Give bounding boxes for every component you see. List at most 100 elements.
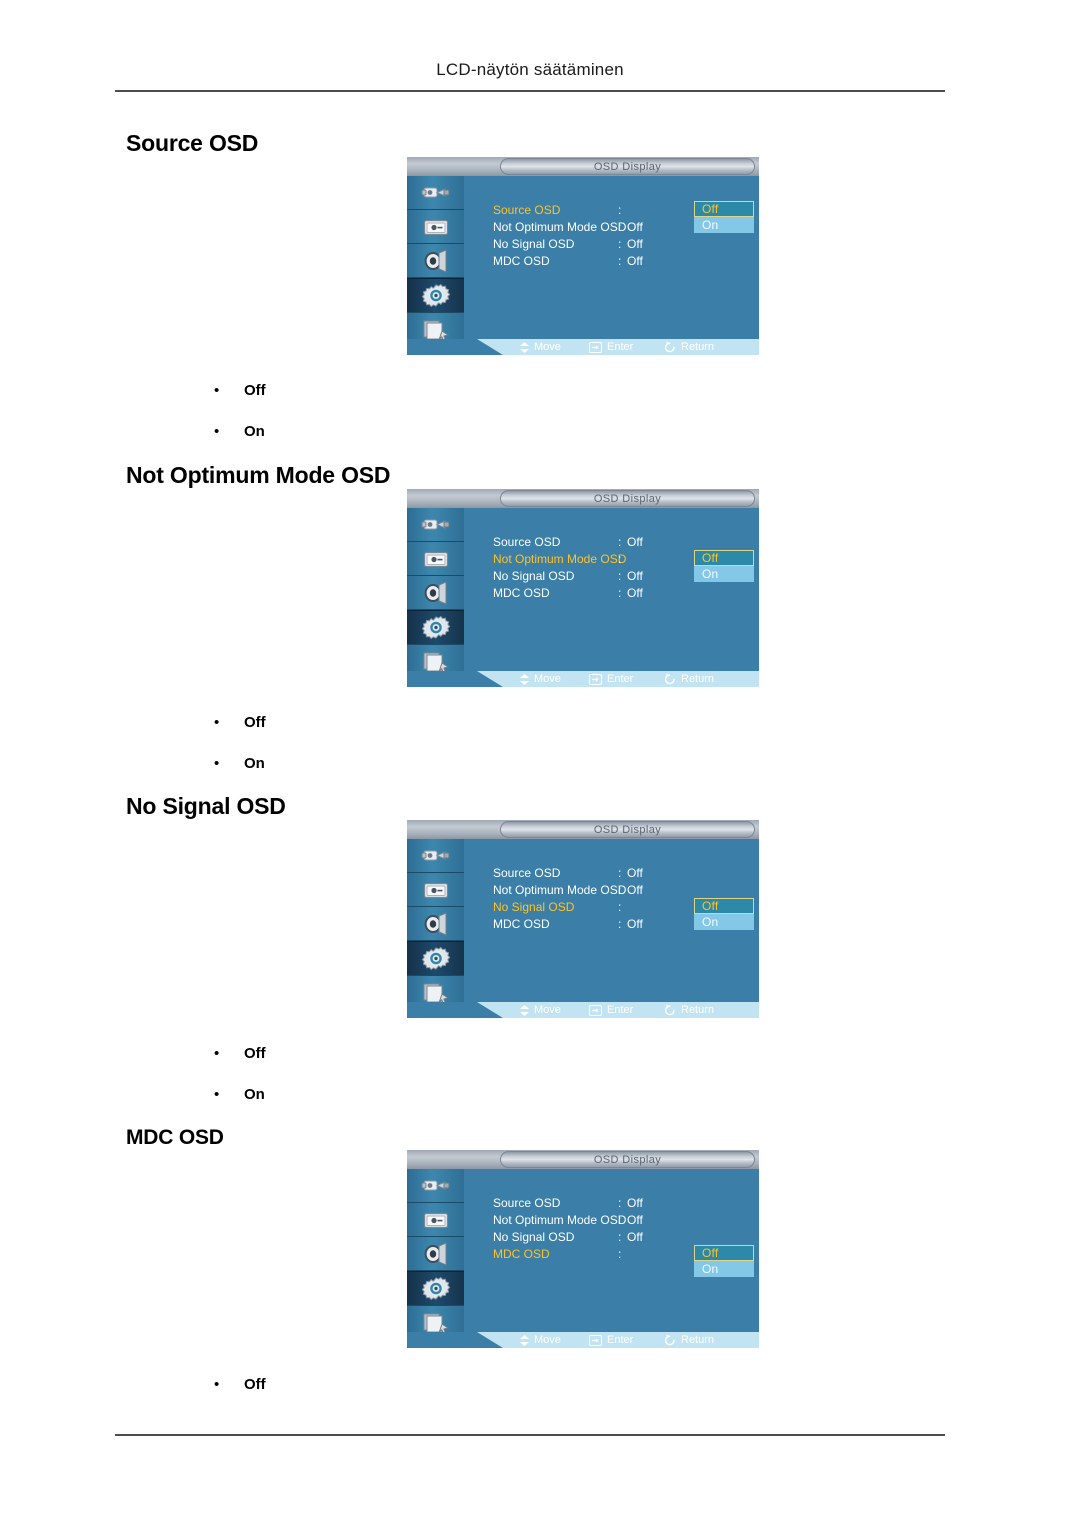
rail-item-setup-gear[interactable] — [407, 278, 464, 313]
osd-row-value: Off — [627, 1196, 643, 1210]
osd-row-colon: : — [618, 1230, 622, 1244]
osd-row-colon: : — [618, 900, 622, 914]
multi-control-icon — [421, 1311, 451, 1335]
list-item: • On — [214, 755, 265, 772]
rail-item-input-source[interactable] — [407, 508, 464, 542]
osd-menu-source-osd[interactable]: OSD Display Source OSD: Not Optimum Mod… — [407, 157, 759, 355]
osd-row-label: MDC OSD — [493, 1247, 550, 1261]
rail-item-sound-speaker[interactable] — [407, 907, 464, 941]
bullet-icon: • — [214, 423, 220, 440]
osd-row-not-optimum-mode-osd[interactable]: Not Optimum Mode OSD: — [493, 551, 627, 567]
dropdown-option-off[interactable]: Off — [694, 550, 754, 566]
rail-item-picture[interactable] — [407, 210, 464, 244]
rail-item-picture[interactable] — [407, 542, 464, 576]
osd-titlebar: OSD Display — [407, 489, 759, 508]
osd-row-source-osd[interactable]: Source OSD: Off — [493, 534, 643, 550]
setup-gear-icon — [421, 615, 451, 641]
hint-return: Return — [664, 1334, 714, 1346]
osd-row-label: No Signal OSD — [493, 569, 575, 583]
osd-title-pill: OSD Display — [500, 490, 755, 507]
hint-label: Return — [681, 673, 715, 685]
move-diamond-icon — [520, 673, 529, 685]
osd-row-label: Source OSD — [493, 866, 561, 880]
hint-label: Move — [534, 673, 561, 685]
osd-row-colon: : — [618, 203, 622, 217]
sound-speaker-icon — [422, 1241, 450, 1266]
running-header: LCD-näytön säätäminen — [436, 60, 624, 79]
osd-hint-bar: Move Enter Return — [407, 1332, 759, 1348]
bullet-icon: • — [214, 1086, 220, 1103]
osd-row-not-optimum-mode-osd[interactable]: Not Optimum Mode OSD: Off — [493, 1212, 643, 1228]
osd-row-mdc-osd[interactable]: MDC OSD: Off — [493, 585, 643, 601]
osd-value-dropdown[interactable]: Off On — [694, 1245, 754, 1277]
hint-label: Move — [534, 1004, 561, 1016]
input-source-icon — [421, 514, 451, 536]
move-diamond-icon — [520, 341, 529, 353]
rail-item-sound-speaker[interactable] — [407, 576, 464, 610]
osd-row-mdc-osd[interactable]: MDC OSD: — [493, 1246, 627, 1262]
rail-item-input-source[interactable] — [407, 1169, 464, 1203]
osd-row-not-optimum-mode-osd[interactable]: Not Optimum Mode OSD: Off — [493, 882, 643, 898]
rail-item-sound-speaker[interactable] — [407, 244, 464, 278]
rail-item-setup-gear[interactable] — [407, 1271, 464, 1306]
dropdown-option-off[interactable]: Off — [694, 898, 754, 914]
osd-menu-list: Source OSD: Not Optimum Mode OSD: Off No Si… — [464, 176, 759, 339]
hint-label: Move — [534, 341, 561, 353]
dropdown-option-off[interactable]: Off — [694, 1245, 754, 1261]
osd-row-source-osd[interactable]: Source OSD: Off — [493, 1195, 643, 1211]
osd-hint-bar-notch — [407, 1332, 503, 1348]
osd-title-pill: OSD Display — [500, 1151, 755, 1168]
osd-titlebar: OSD Display — [407, 820, 759, 839]
rail-item-input-source[interactable] — [407, 176, 464, 210]
enter-icon — [589, 1004, 602, 1016]
hint-enter: Enter — [589, 1334, 633, 1346]
osd-row-colon: : — [618, 254, 622, 268]
page-title-source-osd: Source OSD — [126, 130, 259, 156]
rail-item-picture[interactable] — [407, 873, 464, 907]
osd-row-label: Source OSD — [493, 1196, 561, 1210]
footer-rule — [115, 1434, 945, 1436]
osd-row-no-signal-osd[interactable]: No Signal OSD: Off — [493, 1229, 643, 1245]
dropdown-option-off[interactable]: Off — [694, 201, 754, 217]
osd-row-no-signal-osd[interactable]: No Signal OSD: Off — [493, 236, 643, 252]
rail-item-input-source[interactable] — [407, 839, 464, 873]
osd-row-mdc-osd[interactable]: MDC OSD: Off — [493, 253, 643, 269]
move-diamond-icon — [520, 1004, 529, 1016]
osd-row-colon: : — [618, 883, 622, 897]
bullet-icon: • — [214, 1376, 220, 1393]
rail-item-setup-gear[interactable] — [407, 610, 464, 645]
osd-row-source-osd[interactable]: Source OSD: Off — [493, 865, 643, 881]
osd-menu-not-optimum-mode-osd[interactable]: OSD Display Source OSD: Off Not Optimum… — [407, 489, 759, 687]
osd-row-colon: : — [618, 237, 622, 251]
osd-row-source-osd[interactable]: Source OSD: — [493, 202, 627, 218]
dropdown-option-on[interactable]: On — [694, 914, 754, 930]
osd-hint-bar-notch — [407, 339, 503, 355]
osd-value-dropdown[interactable]: Off On — [694, 550, 754, 582]
osd-menu-mdc-osd[interactable]: OSD Display Source OSD: Off Not Optimum… — [407, 1150, 759, 1348]
osd-row-not-optimum-mode-osd[interactable]: Not Optimum Mode OSD: Off — [493, 219, 643, 235]
rail-item-sound-speaker[interactable] — [407, 1237, 464, 1271]
return-icon — [664, 1004, 676, 1016]
picture-icon — [421, 879, 451, 901]
osd-value-dropdown[interactable]: Off On — [694, 201, 754, 233]
osd-value-dropdown[interactable]: Off On — [694, 898, 754, 930]
osd-hint-bar: Move Enter Return — [407, 1002, 759, 1018]
osd-hint-bar: Move Enter Return — [407, 671, 759, 687]
dropdown-option-on[interactable]: On — [694, 217, 754, 233]
osd-row-value: Off — [627, 254, 643, 268]
osd-row-no-signal-osd[interactable]: No Signal OSD: Off — [493, 568, 643, 584]
hint-move: Move — [520, 1004, 561, 1016]
dropdown-option-on[interactable]: On — [694, 566, 754, 582]
osd-menu-no-signal-osd[interactable]: OSD Display Source OSD: Off Not Optimum… — [407, 820, 759, 1018]
input-source-icon — [421, 182, 451, 204]
rail-item-picture[interactable] — [407, 1203, 464, 1237]
input-source-icon — [421, 845, 451, 867]
page-title-no-signal-osd: No Signal OSD — [126, 793, 286, 819]
picture-icon — [421, 1209, 451, 1231]
list-item-label: Off — [244, 1376, 266, 1393]
rail-item-setup-gear[interactable] — [407, 941, 464, 976]
hint-enter: Enter — [589, 341, 633, 353]
osd-row-mdc-osd[interactable]: MDC OSD: Off — [493, 916, 643, 932]
osd-row-no-signal-osd[interactable]: No Signal OSD: — [493, 899, 627, 915]
dropdown-option-on[interactable]: On — [694, 1261, 754, 1277]
